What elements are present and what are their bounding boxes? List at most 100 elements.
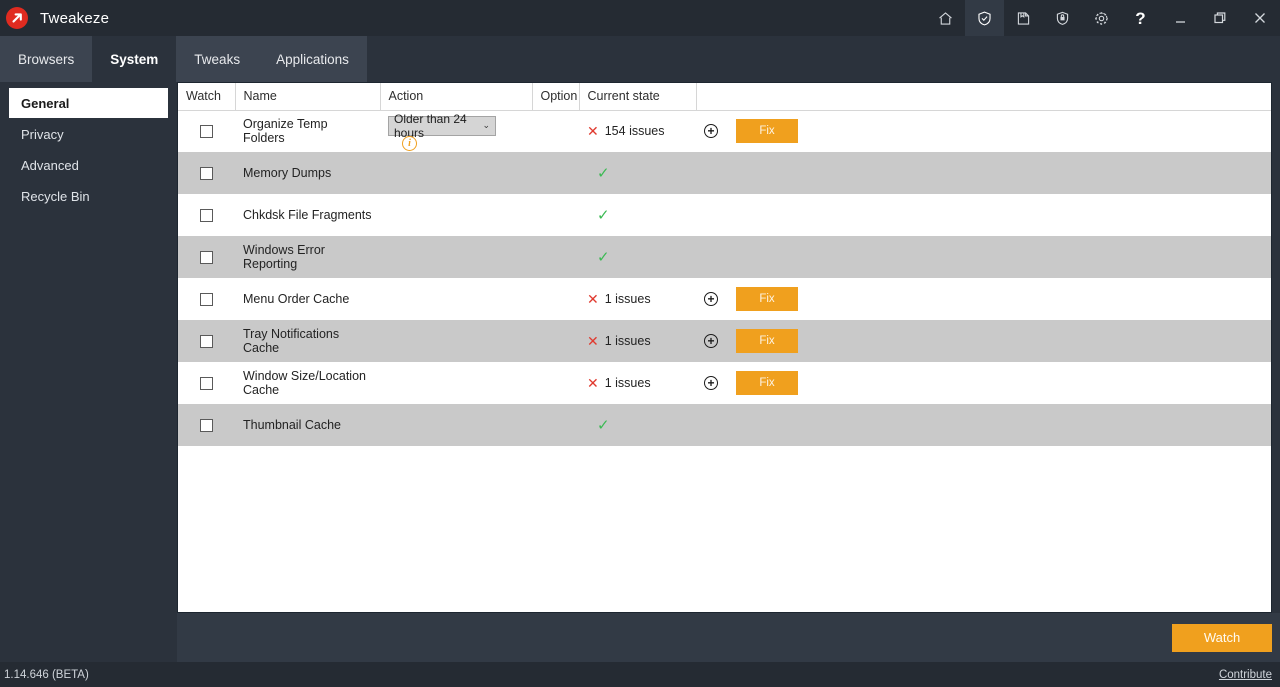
close-icon[interactable] <box>1240 0 1280 36</box>
main-tabs: Browsers System Tweaks Applications <box>0 36 1280 82</box>
item-name: Tray Notifications Cache <box>235 320 380 362</box>
table-header: Watch Name Action Option Current state <box>178 83 1271 111</box>
item-name: Thumbnail Cache <box>235 404 380 446</box>
fix-button[interactable]: Fix <box>736 287 798 311</box>
table-row[interactable]: Organize Temp Folders Older than 24 hours… <box>178 110 1271 152</box>
watch-button[interactable]: Watch <box>1172 623 1272 652</box>
action-dropdown[interactable]: Older than 24 hours ⌄ <box>388 112 496 140</box>
check-icon: ✓ <box>597 206 610 224</box>
watch-cell <box>178 152 235 194</box>
contribute-link[interactable]: Contribute <box>1219 669 1272 681</box>
table-body: Organize Temp Folders Older than 24 hours… <box>178 110 1271 446</box>
watch-cell <box>178 110 235 152</box>
fix-button[interactable]: Fix <box>736 371 798 395</box>
col-header-watch[interactable]: Watch <box>178 83 236 111</box>
watch-cell <box>178 236 235 278</box>
shield-check-icon[interactable] <box>965 0 1004 36</box>
watch-checkbox[interactable] <box>200 250 213 264</box>
action-cell: Older than 24 hours ⌄ i <box>380 110 532 152</box>
option-cell <box>532 236 579 278</box>
watch-cell <box>178 278 235 320</box>
table-row[interactable]: Tray Notifications Cache ✕ 1 issues + Fix <box>178 320 1271 362</box>
col-header-actions[interactable] <box>696 83 1271 111</box>
current-state-cell: ✓ <box>579 404 696 446</box>
table-row[interactable]: Window Size/Location Cache ✕ 1 issues + Fix <box>178 362 1271 404</box>
watch-checkbox[interactable] <box>200 292 213 306</box>
body-row: General Privacy Advanced Recycle Bin Wat… <box>0 82 1280 662</box>
chevron-down-icon: ⌄ <box>482 120 490 131</box>
maximize-icon[interactable] <box>1200 0 1240 36</box>
table-row[interactable]: Memory Dumps ✓ <box>178 152 1271 194</box>
tab-tweaks[interactable]: Tweaks <box>176 36 259 82</box>
col-header-state[interactable]: Current state <box>579 83 697 111</box>
title-bar: Tweakeze ? <box>0 0 1280 36</box>
col-header-action[interactable]: Action <box>380 83 533 111</box>
table-row[interactable]: Windows Error Reporting ✓ <box>178 236 1271 278</box>
sidebar-item-recycle-bin[interactable]: Recycle Bin <box>9 182 168 211</box>
tab-browsers[interactable]: Browsers <box>0 36 93 82</box>
action-cell <box>380 194 532 236</box>
check-icon: ✓ <box>597 416 610 434</box>
current-state-cell: ✓ <box>579 194 696 236</box>
details-plus-icon[interactable]: + <box>704 334 718 348</box>
action-cell <box>380 236 532 278</box>
fix-button[interactable]: Fix <box>736 329 798 353</box>
table-row[interactable]: Thumbnail Cache ✓ <box>178 404 1271 446</box>
watch-checkbox[interactable] <box>200 418 213 432</box>
option-cell <box>532 152 579 194</box>
item-name: Organize Temp Folders <box>235 110 380 152</box>
tabstrip-filler <box>366 36 1280 82</box>
sidebar-item-advanced[interactable]: Advanced <box>9 151 168 180</box>
gear-icon[interactable] <box>1082 0 1121 36</box>
minimize-icon[interactable] <box>1160 0 1200 36</box>
tab-applications[interactable]: Applications <box>258 36 367 82</box>
option-cell <box>532 404 579 446</box>
fix-button[interactable]: Fix <box>736 119 798 144</box>
issues-count: 1 issues <box>604 292 651 306</box>
red-arrow-logo <box>6 7 28 29</box>
action-cell <box>380 278 532 320</box>
document-icon[interactable] <box>1004 0 1043 36</box>
actions-cell <box>696 152 1271 194</box>
current-state-cell: ✕ 1 issues <box>579 362 696 404</box>
status-bar: 1.14.646 (BETA) Contribute <box>0 662 1280 687</box>
items-table-container: Watch Name Action Option Current state O… <box>177 82 1272 613</box>
details-plus-icon[interactable]: + <box>704 292 718 306</box>
issues-count: 1 issues <box>604 376 651 390</box>
watch-cell <box>178 404 235 446</box>
actions-cell: + Fix <box>696 110 1271 152</box>
error-x-icon: ✕ <box>587 123 599 140</box>
help-icon[interactable]: ? <box>1121 0 1160 36</box>
items-table: Watch Name Action Option Current state O… <box>178 83 1271 446</box>
footer-bar: Watch <box>177 613 1280 662</box>
col-header-name[interactable]: Name <box>235 83 381 111</box>
actions-cell: + Fix <box>696 362 1271 404</box>
watch-checkbox[interactable] <box>200 208 213 222</box>
watch-checkbox[interactable] <box>200 166 213 180</box>
current-state-cell: ✓ <box>579 152 696 194</box>
tab-system[interactable]: System <box>92 36 177 82</box>
sidebar-item-general[interactable]: General <box>9 88 168 118</box>
watch-checkbox[interactable] <box>200 334 213 348</box>
option-cell <box>532 362 579 404</box>
info-icon[interactable]: i <box>402 135 417 151</box>
details-plus-icon[interactable]: + <box>704 376 718 390</box>
shield-lock-icon[interactable] <box>1043 0 1082 36</box>
watch-checkbox[interactable] <box>200 376 213 390</box>
sidebar-item-privacy[interactable]: Privacy <box>9 120 168 149</box>
col-header-option[interactable]: Option <box>532 83 580 111</box>
table-row[interactable]: Menu Order Cache ✕ 1 issues + Fix <box>178 278 1271 320</box>
actions-cell: + Fix <box>696 320 1271 362</box>
home-icon[interactable] <box>926 0 965 36</box>
action-cell <box>380 152 532 194</box>
item-name: Window Size/Location Cache <box>235 362 380 404</box>
option-cell <box>532 194 579 236</box>
watch-checkbox[interactable] <box>200 124 213 138</box>
item-name: Menu Order Cache <box>235 278 380 320</box>
details-plus-icon[interactable]: + <box>704 124 718 139</box>
actions-cell: + Fix <box>696 278 1271 320</box>
table-row[interactable]: Chkdsk File Fragments ✓ <box>178 194 1271 236</box>
option-cell <box>532 278 579 320</box>
error-x-icon: ✕ <box>587 333 599 349</box>
actions-cell <box>696 404 1271 446</box>
